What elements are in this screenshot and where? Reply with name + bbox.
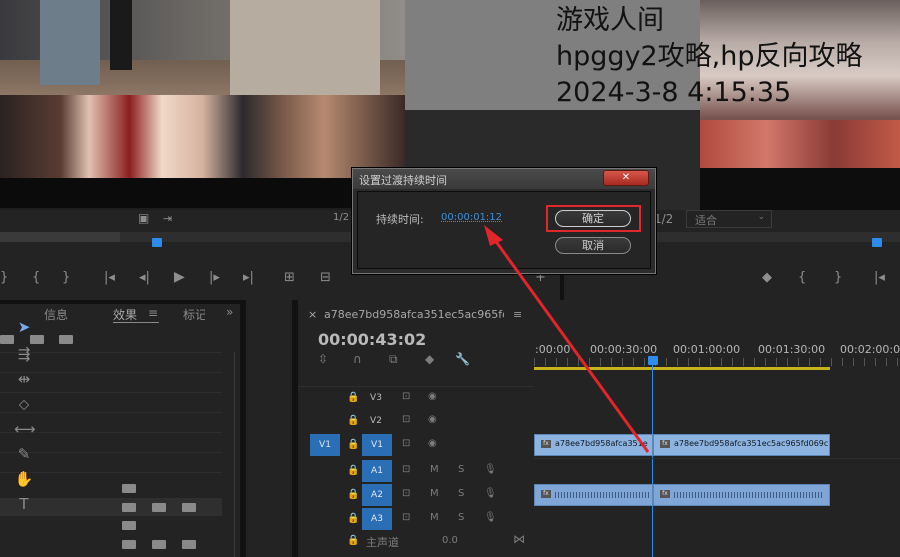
annotation-arrow [484,225,650,453]
